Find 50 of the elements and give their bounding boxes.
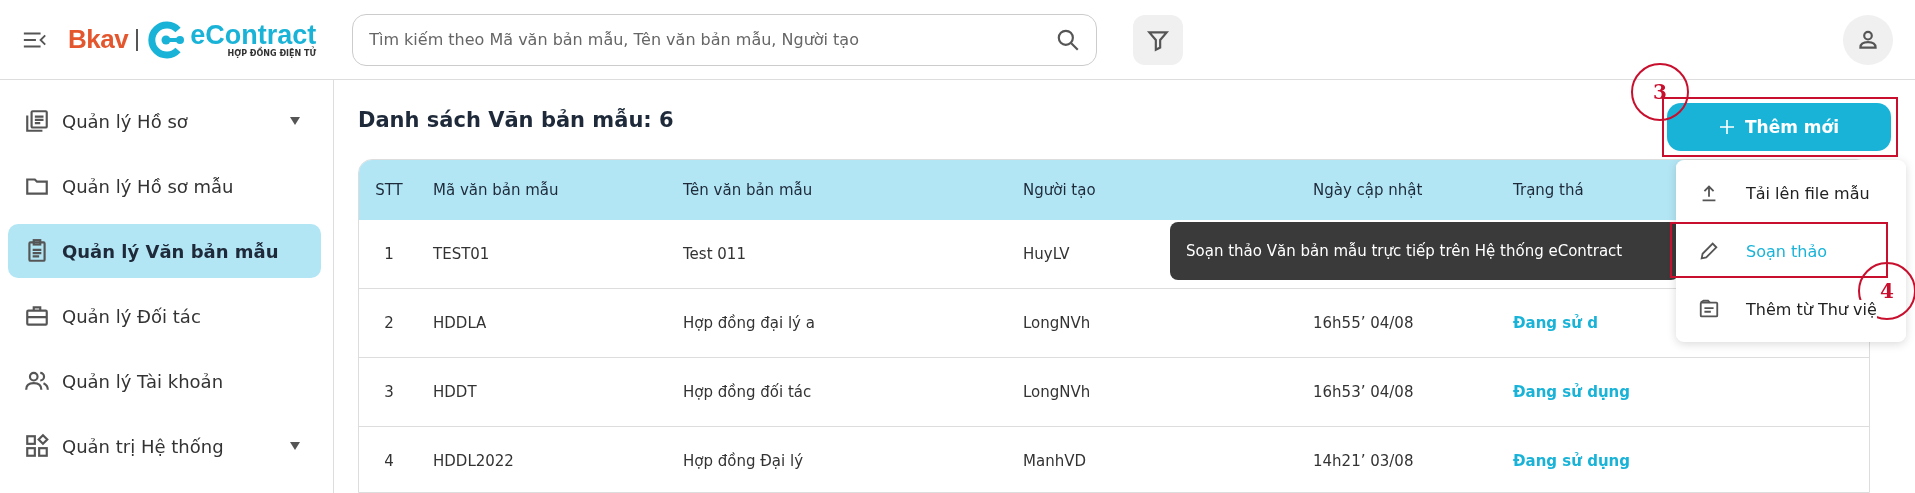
table-cell: 2	[384, 314, 394, 333]
status-text: Đang sử d	[1513, 314, 1598, 333]
account-button[interactable]	[1843, 14, 1893, 65]
sidebar-item[interactable]: Quản lý Văn bản mẫu	[8, 224, 321, 278]
document-icon	[1698, 298, 1720, 320]
table-cell: Hợp đồng Đại lý	[683, 452, 804, 471]
sidebar-item[interactable]: Quản lý Hồ sơ	[8, 94, 321, 148]
table-cell: 14h21’ 03/08	[1313, 452, 1414, 471]
table-cell: HDDLA	[433, 314, 487, 333]
table-cell: Hợp đồng đối tác	[683, 383, 812, 402]
page-title: Danh sách Văn bản mẫu: 6	[358, 107, 674, 132]
column-header: Tên văn bản mẫu	[683, 181, 813, 200]
status-text: Đang sử dụng	[1513, 383, 1630, 402]
column-header: Ngày cập nhật	[1313, 181, 1423, 200]
table-cell: Hợp đồng đại lý a	[683, 314, 815, 333]
sidebar-item[interactable]: Quản lý Hồ sơ mẫu	[8, 159, 321, 213]
table-cell: HuyLV	[1023, 245, 1070, 264]
table-cell: LongNVh	[1023, 314, 1091, 333]
sidebar-item[interactable]: Quản trị Hệ thống	[8, 419, 321, 473]
pencil-icon	[1698, 240, 1720, 262]
menu-item[interactable]: Tải lên file mẫu	[1676, 164, 1906, 222]
logo-tagline: HỢP ĐỒNG ĐIỆN TỬ	[227, 48, 317, 58]
briefcase-icon	[24, 303, 50, 329]
column-header: STT	[375, 181, 403, 200]
table-cell: 1	[384, 245, 394, 264]
filter-button[interactable]	[1133, 14, 1184, 65]
grid-icon	[24, 433, 50, 459]
column-header: Người tạo	[1023, 181, 1096, 200]
table-cell: 4	[384, 452, 394, 471]
table-cell: LongNVh	[1023, 383, 1091, 402]
table-cell: HDDL2022	[433, 452, 514, 471]
table-cell: 16h55’ 04/08	[1313, 314, 1414, 333]
documents-icon	[24, 108, 50, 134]
table-cell: 16h53’ 04/08	[1313, 383, 1414, 402]
table-cell: Test 011	[683, 245, 746, 264]
table-cell: 3	[384, 383, 394, 402]
econtract-logo-icon	[146, 19, 187, 60]
column-header: Trạng thá	[1513, 181, 1584, 200]
table-cell: TEST01	[433, 245, 490, 264]
table-cell: HDDT	[433, 383, 477, 402]
search-field[interactable]: Tìm kiếm theo Mã văn bản mẫu, Tên văn bản mẫu, Người tạo	[352, 13, 1098, 66]
table-cell: ManhVD	[1023, 452, 1086, 471]
column-header: Mã văn bản mẫu	[433, 181, 559, 200]
sidebar-item[interactable]: Quản lý Đối tác	[8, 289, 321, 343]
step-number: 3	[1631, 63, 1689, 121]
plus-icon	[1718, 119, 1735, 135]
sidebar-item[interactable]: Quản lý Tài khoản	[8, 354, 321, 408]
status-text: Đang sử dụng	[1513, 452, 1630, 471]
brand-logo: Bkav	[68, 24, 129, 55]
tooltip: Soạn thảo Văn bản mẫu trực tiếp trên Hệ thống eContract	[1170, 222, 1679, 280]
